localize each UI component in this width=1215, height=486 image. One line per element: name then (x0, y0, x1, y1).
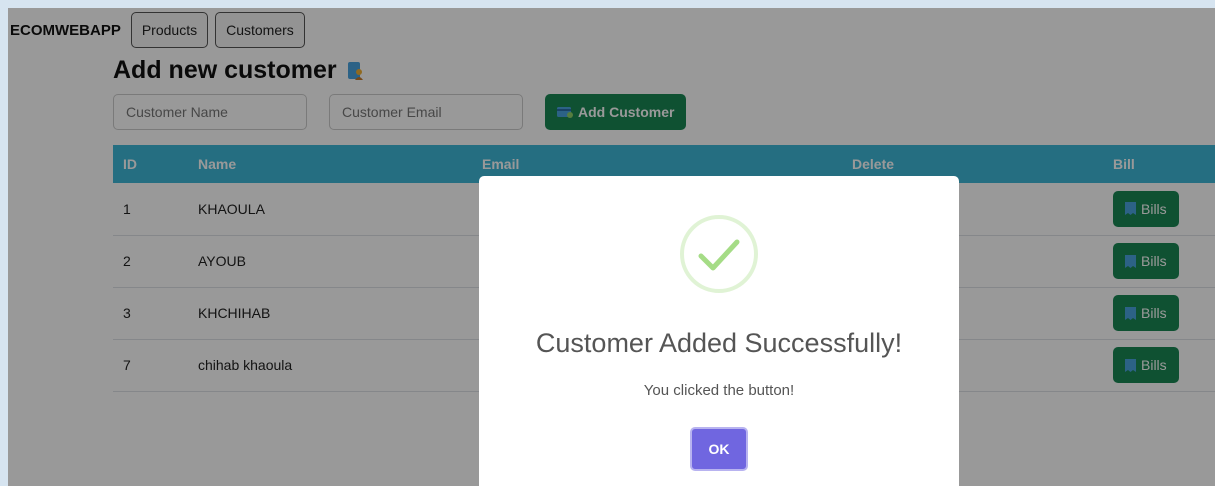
app-frame: ECOMWEBAPP Products Customers Add new cu… (8, 8, 1215, 486)
success-dialog: Customer Added Successfully! You clicked… (479, 176, 959, 486)
ok-button[interactable]: OK (690, 427, 748, 471)
success-check-icon (680, 215, 758, 293)
dialog-text: You clicked the button! (643, 382, 795, 399)
dialog-title: Customer Added Successfully! (535, 328, 903, 358)
